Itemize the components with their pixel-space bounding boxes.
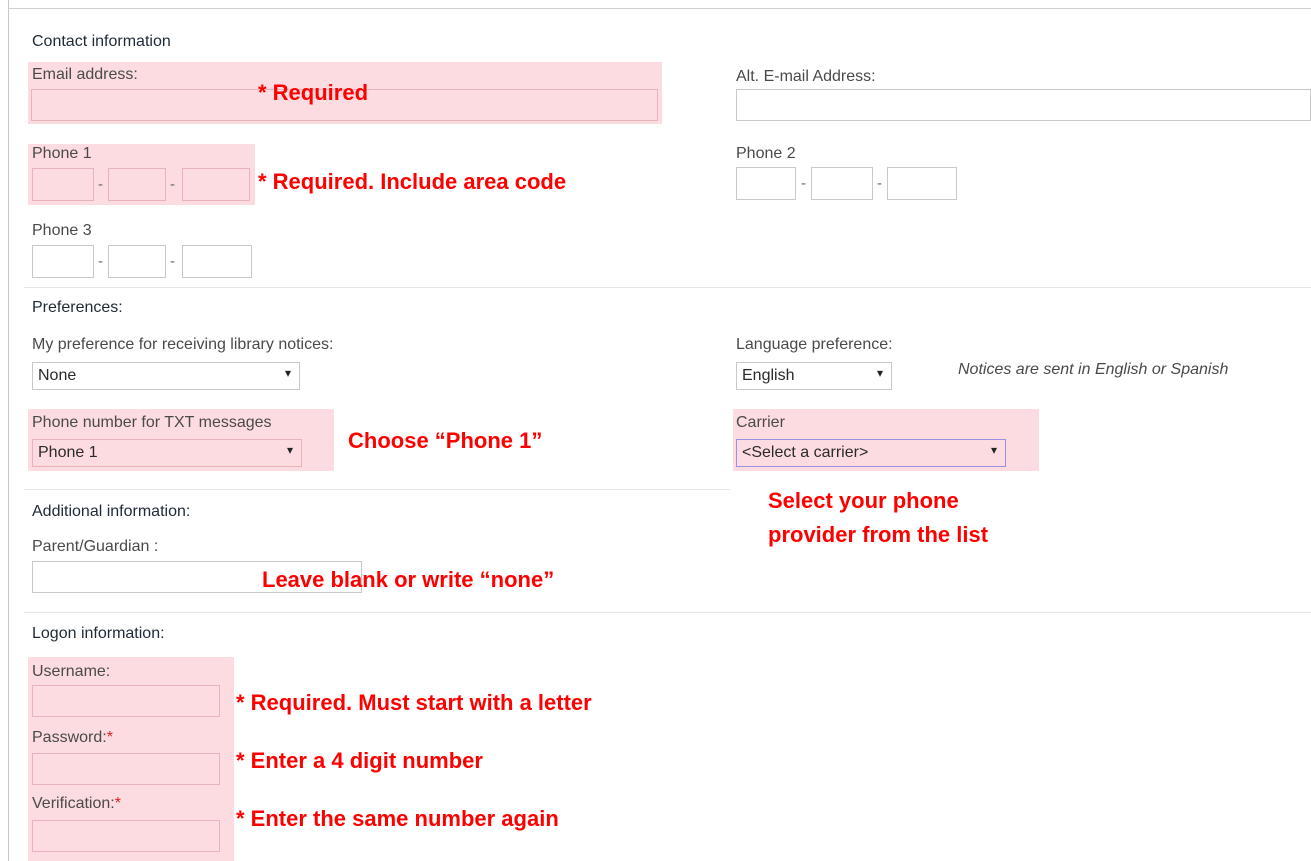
logon-section-title: Logon information: [32, 625, 165, 642]
phone3-label: Phone 3 [32, 222, 92, 239]
chevron-down-icon: ▾ [990, 443, 997, 457]
language-value: English [742, 367, 795, 384]
verification-input[interactable] [32, 820, 220, 852]
carrier-label: Carrier [736, 414, 785, 431]
frame-top-border [8, 8, 1311, 9]
alt-email-label: Alt. E-mail Address: [736, 68, 876, 85]
divider-logon [24, 612, 1311, 613]
carrier-annotation-line-1: Select your phone [768, 488, 959, 513]
verification-required-star: * [114, 795, 121, 812]
verification-label: Verification:* [32, 795, 121, 812]
guardian-label: Parent/Guardian : [32, 538, 159, 555]
chevron-down-icon: ▾ [284, 366, 291, 380]
email-label: Email address: [32, 66, 138, 83]
phone3-line-input[interactable] [182, 245, 252, 278]
txt-highlight: Phone number for TXT messages Phone 1 ▾ [28, 409, 334, 471]
password-label: Password:* [32, 729, 113, 746]
carrier-annotation-line-2: provider from the list [768, 522, 989, 547]
username-label: Username: [32, 663, 111, 680]
phone2-dash-2: - [877, 175, 882, 192]
verification-annotation: * Enter the same number again [236, 806, 559, 831]
logon-highlight: Username: Password:* Verification:* [28, 657, 234, 861]
password-input[interactable] [32, 753, 220, 785]
language-note: Notices are sent in English or Spanish [958, 361, 1229, 378]
phone2-prefix-input[interactable] [811, 167, 873, 200]
email-annotation: * Required [258, 80, 369, 105]
username-input[interactable] [32, 685, 220, 717]
carrier-value: <Select a carrier> [742, 444, 869, 461]
guardian-annotation: Leave blank or write “none” [262, 567, 555, 592]
frame-left-border [8, 0, 9, 861]
phone2-label: Phone 2 [736, 145, 796, 162]
phone1-dash-2: - [170, 176, 175, 193]
phone2-line-input[interactable] [887, 167, 957, 200]
language-label: Language preference: [736, 336, 893, 353]
divider-preferences [24, 287, 1311, 288]
divider-additional [24, 489, 730, 490]
phone3-area-input[interactable] [32, 245, 94, 278]
contact-section-title: Contact information [32, 33, 171, 50]
additional-section-title: Additional information: [32, 503, 191, 520]
phone1-label: Phone 1 [32, 145, 92, 162]
phone1-prefix-input[interactable] [108, 168, 166, 201]
phone3-dash-2: - [170, 253, 175, 270]
chevron-down-icon: ▾ [876, 366, 883, 380]
notice-pref-select[interactable]: None ▾ [32, 362, 300, 390]
phone2-area-input[interactable] [736, 167, 796, 200]
language-select[interactable]: English ▾ [736, 362, 892, 390]
phone3-prefix-input[interactable] [108, 245, 166, 278]
phone2-dash-1: - [801, 175, 806, 192]
txt-value: Phone 1 [38, 444, 98, 461]
notice-pref-value: None [38, 367, 77, 384]
phone1-annotation: * Required. Include area code [258, 169, 567, 194]
txt-select[interactable]: Phone 1 ▾ [32, 439, 302, 467]
alt-email-input[interactable] [736, 89, 1311, 121]
notice-pref-label: My preference for receiving library noti… [32, 336, 334, 353]
password-annotation: * Enter a 4 digit number [236, 748, 483, 773]
password-required-star: * [106, 729, 113, 746]
preferences-section-title: Preferences: [32, 299, 123, 316]
phone1-area-input[interactable] [32, 168, 94, 201]
txt-annotation: Choose “Phone 1” [348, 428, 543, 453]
phone3-dash-1: - [98, 253, 103, 270]
username-annotation: * Required. Must start with a letter [236, 690, 592, 715]
phone1-highlight: Phone 1 - - [28, 144, 255, 205]
phone1-line-input[interactable] [182, 168, 250, 201]
phone1-dash-1: - [98, 176, 103, 193]
txt-label: Phone number for TXT messages [32, 414, 272, 431]
carrier-select[interactable]: <Select a carrier> ▾ [736, 439, 1006, 467]
chevron-down-icon: ▾ [286, 443, 293, 457]
carrier-highlight: Carrier <Select a carrier> ▾ [733, 409, 1039, 471]
